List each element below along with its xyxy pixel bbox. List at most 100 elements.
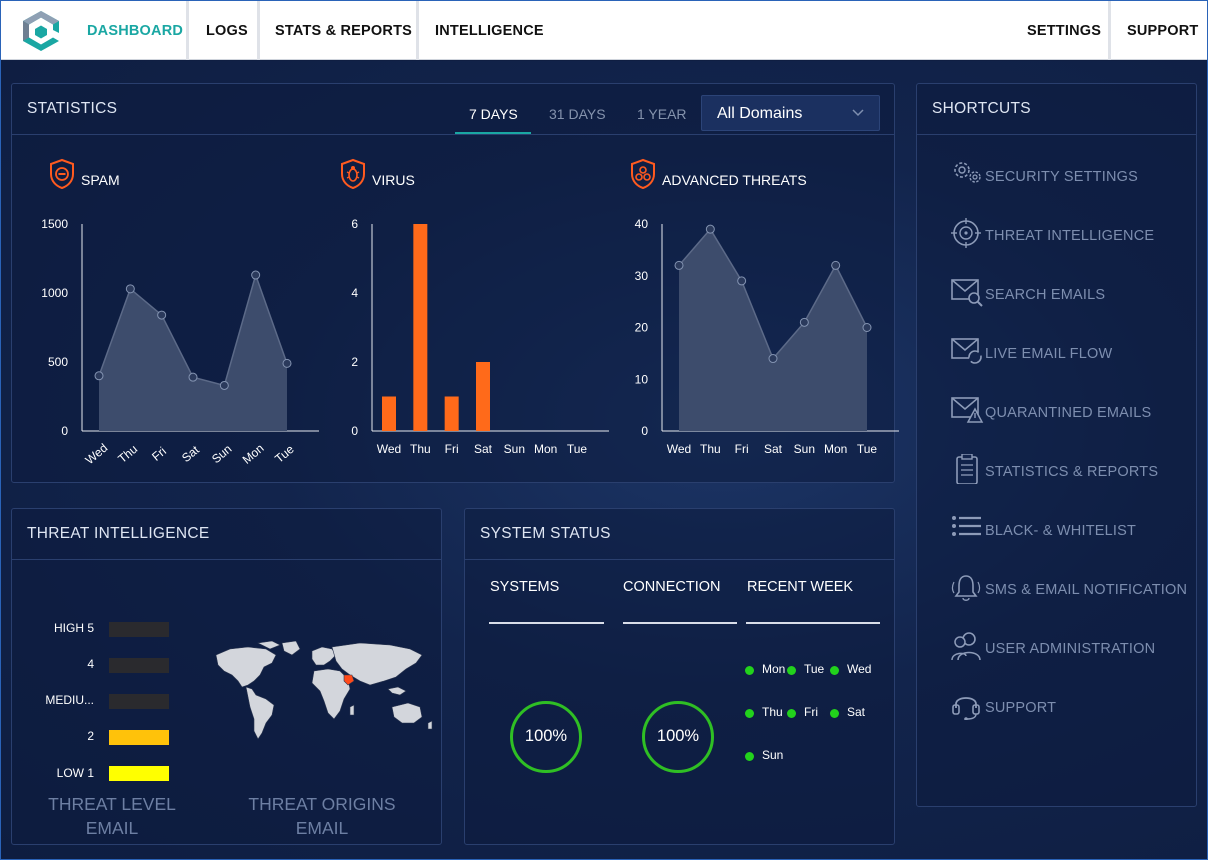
data-point — [188, 372, 198, 382]
shortcut-label: QUARANTINED EMAILS — [985, 405, 1152, 421]
envelope-search-icon — [951, 279, 983, 307]
spam-chart-title: SPAM — [81, 172, 120, 188]
y-tick-label: 2 — [351, 355, 358, 369]
system-status-title: SYSTEM STATUS — [480, 525, 611, 542]
threat-level-label: LOW 1 — [56, 766, 94, 780]
data-point — [768, 354, 778, 364]
x-tick-label: Thu — [700, 442, 721, 456]
data-point — [674, 260, 684, 270]
data-point — [862, 323, 872, 332]
shortcut-label: THREAT INTELLIGENCE — [985, 228, 1155, 244]
data-point — [94, 371, 104, 381]
threat-level-caption: THREAT LEVEL EMAIL — [32, 792, 192, 840]
shortcuts-title: SHORTCUTS — [932, 100, 1031, 117]
week-day-label: Sun — [762, 748, 784, 762]
x-tick-label: Tue — [857, 442, 878, 456]
status-ok-dot — [830, 666, 839, 675]
nav-logs[interactable]: LOGS — [206, 1, 248, 60]
list-icon — [952, 516, 981, 536]
status-ok-dot — [787, 709, 796, 718]
range-tab-31-days[interactable]: 31 DAYS — [549, 106, 606, 122]
x-tick-label: Thu — [410, 442, 431, 456]
x-tick-label: Sun — [209, 442, 234, 466]
brand-logo[interactable] — [19, 9, 63, 53]
shortcut-label: USER ADMINISTRATION — [985, 641, 1156, 657]
panel-divider — [12, 134, 894, 135]
x-tick-label: Thu — [115, 442, 140, 466]
shield-biohazard-icon — [631, 158, 655, 190]
nav-settings[interactable]: SETTINGS — [1027, 1, 1101, 60]
data-point — [157, 310, 167, 320]
y-tick-label: 10 — [635, 372, 649, 386]
threat-origins-world-map[interactable] — [210, 641, 438, 741]
x-tick-label: Tue — [567, 442, 588, 456]
x-tick-label: Wed — [667, 442, 691, 456]
status-ok-dot — [787, 666, 796, 675]
threat-level-bar — [109, 658, 169, 673]
x-tick-label: Fri — [149, 444, 169, 464]
bar — [413, 224, 428, 431]
data-point — [737, 276, 747, 286]
envelope-warning-icon — [951, 397, 984, 423]
shield-bug-icon — [341, 158, 365, 190]
nav-dashboard[interactable]: DASHBOARD — [87, 1, 183, 60]
recent-week-heading: RECENT WEEK — [747, 579, 854, 595]
x-tick-label: Wed — [377, 442, 401, 456]
week-day-label: Tue — [804, 662, 825, 676]
range-tab-1-year[interactable]: 1 YEAR — [637, 106, 687, 122]
nav-support[interactable]: SUPPORT — [1127, 1, 1199, 60]
shortcuts-panel: SHORTCUTS SECURITY SETTINGS THREAT INTELL… — [916, 83, 1197, 807]
range-tab-7-days[interactable]: 7 DAYS — [469, 106, 518, 122]
virus-chart-title: VIRUS — [372, 172, 415, 188]
week-day-label: Mon — [762, 662, 786, 676]
connection-heading: CONNECTION — [623, 579, 721, 595]
nav-stats-reports[interactable]: STATS & REPORTS — [275, 1, 412, 60]
threats-chart: 0 10 20 30 40 Wed Thu Fri Sat Sun Mon Tue — [635, 217, 899, 456]
panel-divider — [12, 559, 441, 560]
y-tick-label: 30 — [635, 269, 649, 283]
nav-separator — [186, 1, 189, 60]
week-day-status: Fri — [787, 705, 818, 719]
shortcut-label: LIVE EMAIL FLOW — [985, 346, 1113, 362]
x-tick-label: Mon — [534, 442, 557, 456]
week-day-label: Fri — [804, 705, 818, 719]
data-point — [125, 284, 135, 294]
y-tick-label: 0 — [641, 424, 648, 438]
y-tick-label: 40 — [635, 217, 649, 231]
status-ok-dot — [745, 752, 754, 761]
threat-level-caption-line: EMAIL — [85, 818, 139, 838]
threat-origins-caption-line: THREAT ORIGINS — [248, 794, 396, 814]
threat-level-label: 2 — [87, 729, 94, 743]
top-navigation: DASHBOARD LOGS STATS & REPORTS INTELLIGE… — [1, 1, 1207, 60]
threat-level-label: 4 — [87, 657, 94, 671]
system-status-panel: SYSTEM STATUS SYSTEMS CONNECTION RECENT … — [464, 508, 895, 845]
week-day-status: Thu — [745, 705, 783, 719]
spam-chart: 0 500 1000 1500 Wed Thu Fri Sat Sun Mon Tue — [41, 217, 319, 467]
week-day-status: Wed — [830, 662, 871, 676]
x-tick-label: Tue — [272, 442, 297, 466]
shortcut-label: SEARCH EMAILS — [985, 287, 1106, 303]
threat-level-bar — [109, 622, 169, 637]
x-tick-label: Sun — [504, 442, 525, 456]
data-point — [251, 270, 261, 280]
bar — [444, 396, 459, 431]
systems-status-value: 100% — [524, 727, 568, 745]
x-tick-label: Sat — [474, 442, 493, 456]
week-day-status: Sat — [830, 705, 865, 719]
statistics-title: STATISTICS — [27, 100, 118, 117]
threat-level-caption-line: THREAT LEVEL — [48, 794, 176, 814]
x-tick-label: Sat — [764, 442, 783, 456]
domain-select[interactable]: All Domains — [701, 95, 880, 131]
threat-origins-caption-line: EMAIL — [295, 818, 349, 838]
threat-level-bar — [109, 766, 169, 781]
gears-icon — [954, 162, 981, 183]
x-tick-label: Mon — [240, 441, 267, 467]
x-tick-label: Sun — [794, 442, 815, 456]
nav-intelligence[interactable]: INTELLIGENCE — [435, 1, 544, 60]
status-ok-dot — [745, 709, 754, 718]
systems-divider — [489, 622, 604, 624]
nav-separator — [257, 1, 260, 60]
clipboard-icon — [956, 454, 978, 484]
status-ok-dot — [745, 666, 754, 675]
threat-level-bar — [109, 694, 169, 709]
